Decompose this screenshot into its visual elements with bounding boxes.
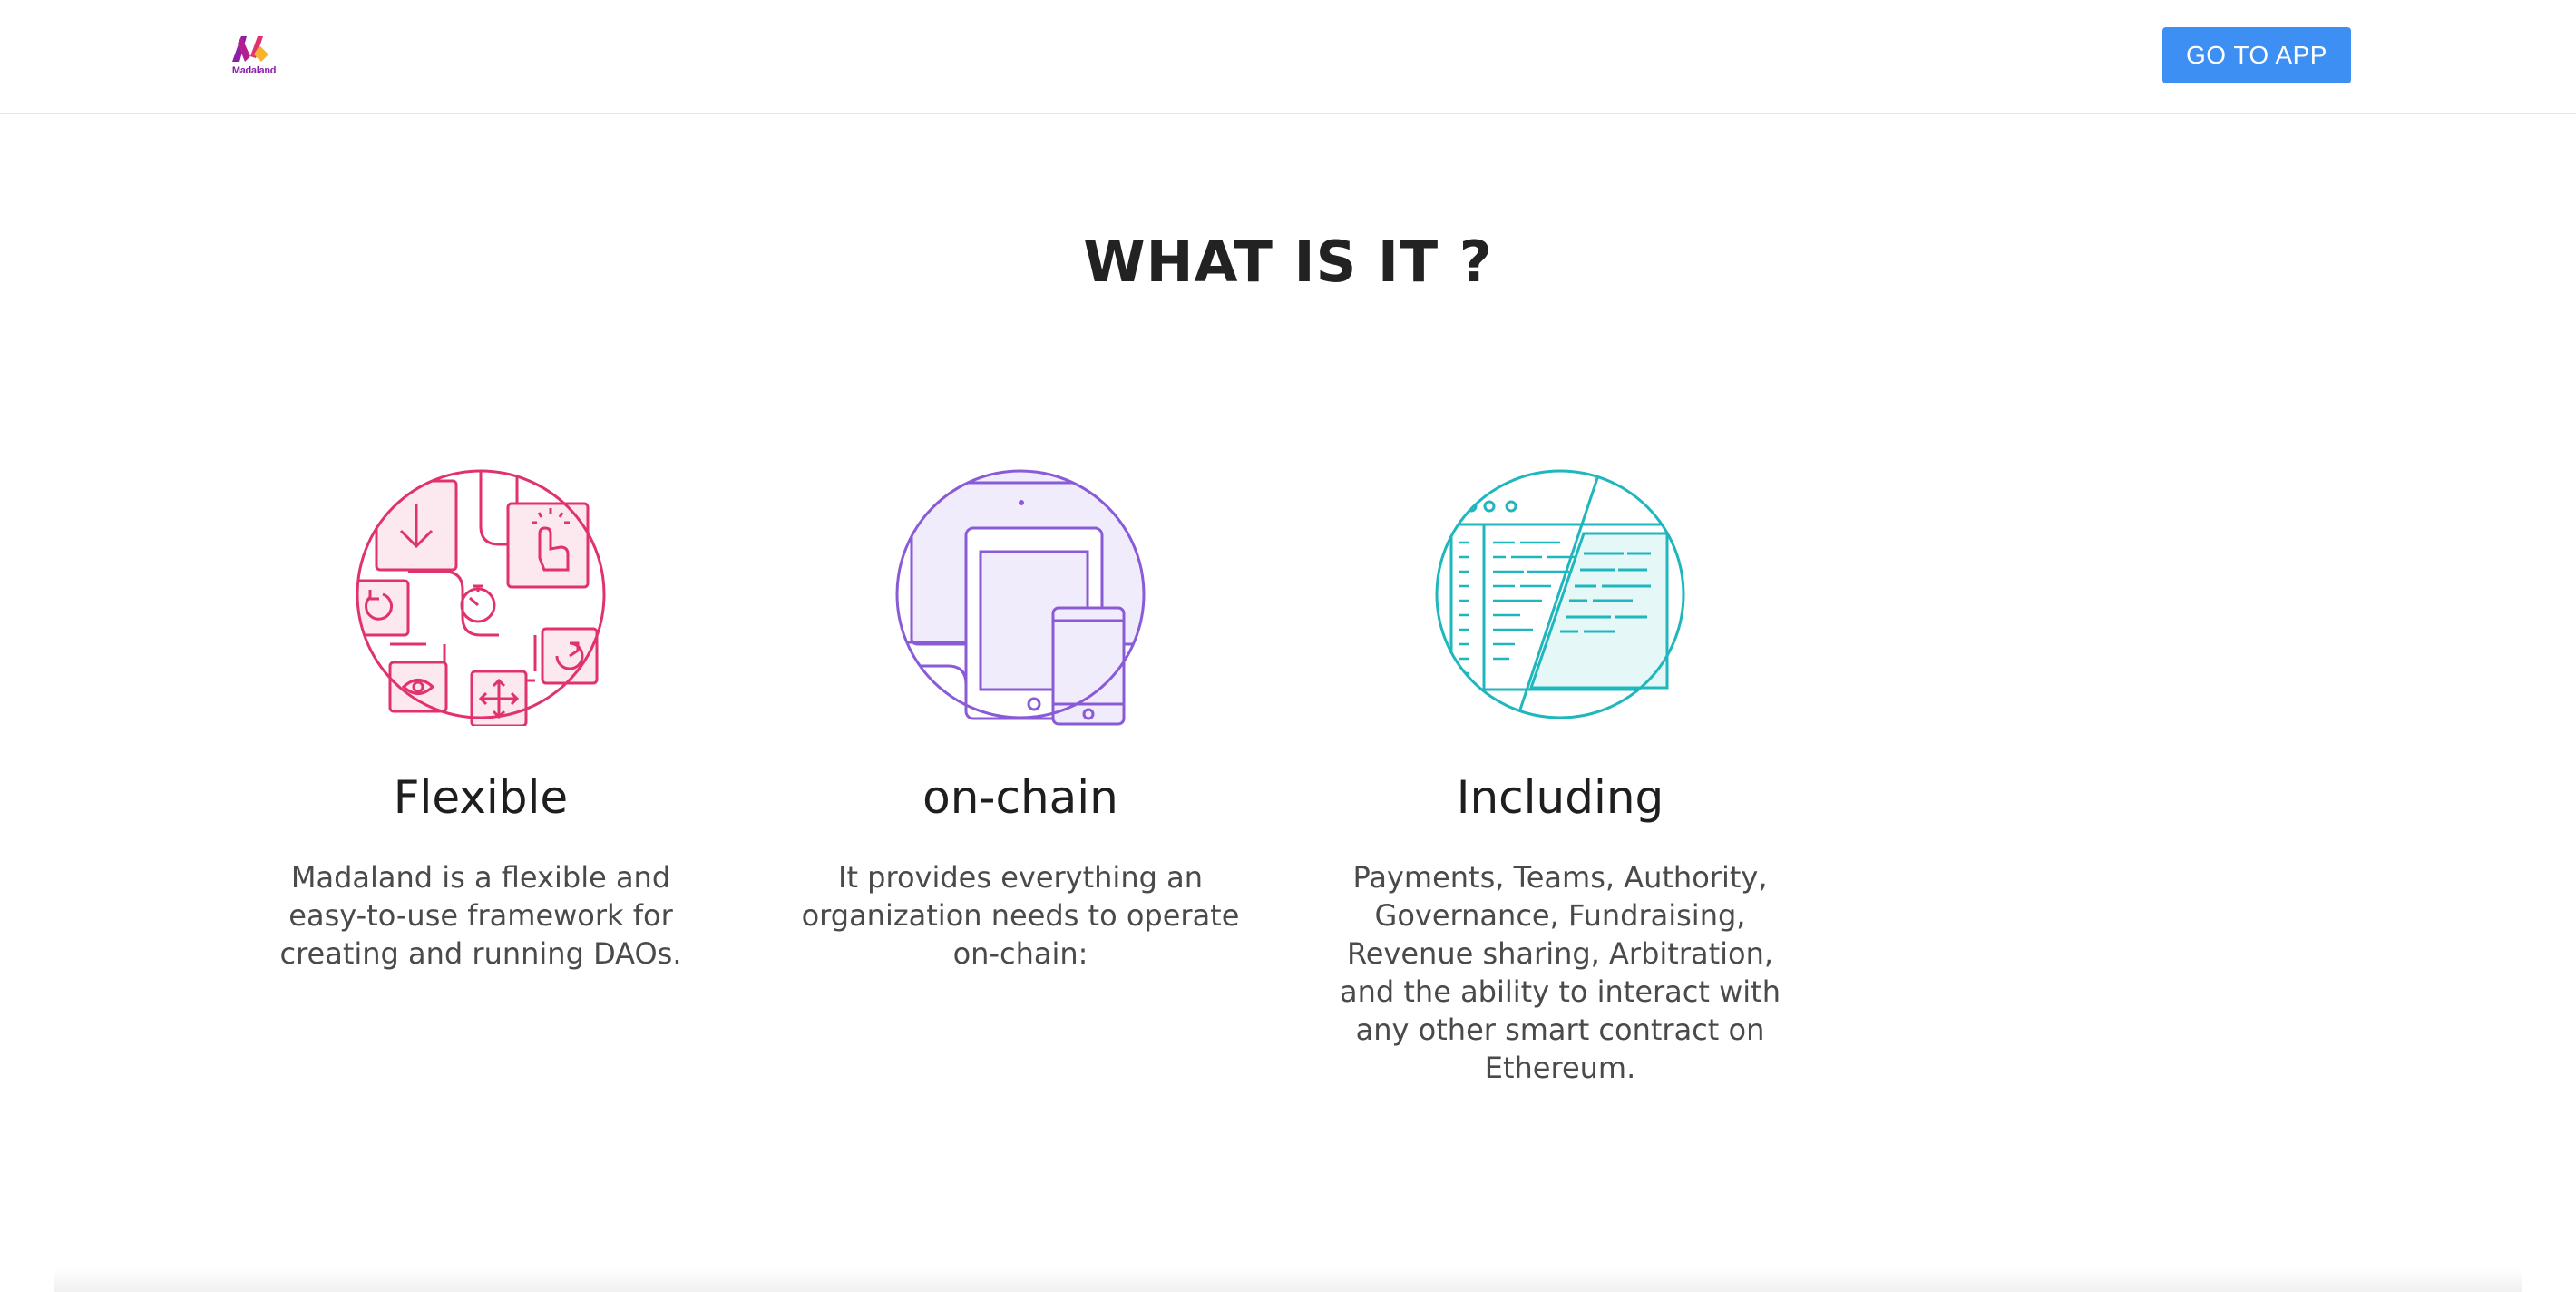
feature-title: on-chain: [922, 771, 1118, 824]
madaland-logo-icon: [232, 36, 268, 62]
section-title: WHAT IS IT ?: [1083, 229, 1493, 295]
modules-circle-icon: [354, 463, 608, 728]
logo-text: Madaland: [231, 65, 277, 76]
next-section-edge: [54, 1267, 2522, 1292]
feature-description: Payments, Teams, Authority, Governance, …: [1340, 860, 1781, 1085]
code-window-circle-icon: [1433, 463, 1687, 726]
go-to-app-button[interactable]: GO TO APP: [2162, 27, 2351, 83]
devices-circle-icon: [893, 463, 1147, 726]
feature-title: Including: [1456, 771, 1664, 824]
feature-description: Madaland is a flexible and easy-to-use f…: [279, 860, 682, 971]
top-navigation-bar: Madaland GO TO APP: [0, 0, 2576, 114]
feature-description: It provides everything an organization n…: [801, 860, 1240, 971]
madaland-logo[interactable]: Madaland: [227, 31, 281, 82]
feature-title: Flexible: [393, 771, 569, 824]
